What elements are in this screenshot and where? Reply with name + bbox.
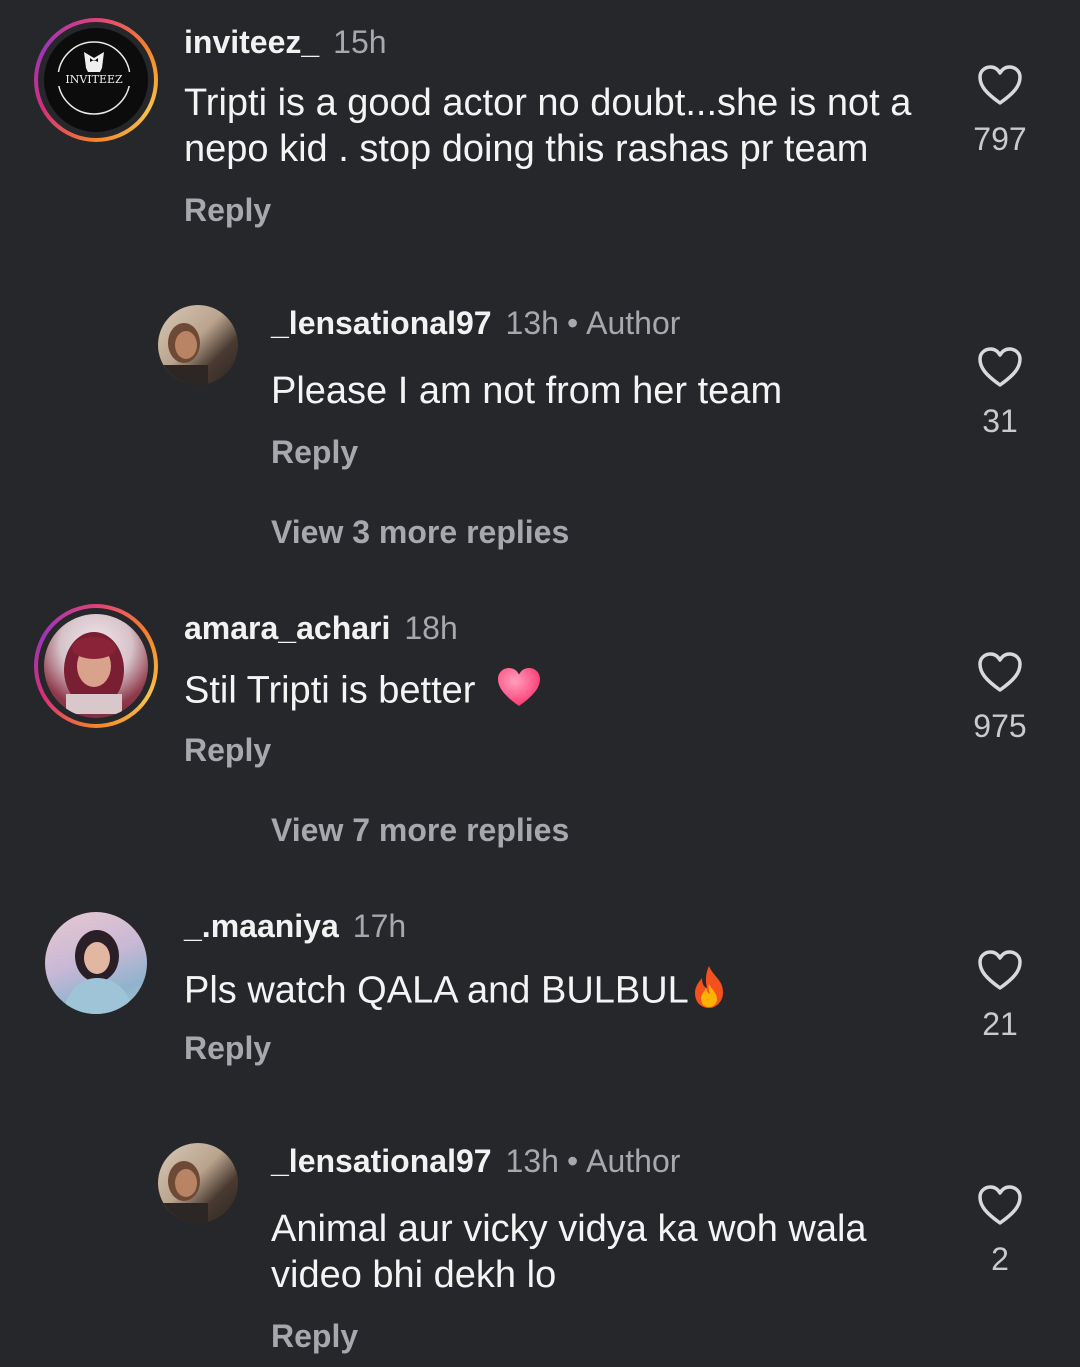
- like-button[interactable]: 975: [955, 650, 1045, 746]
- heart-outline-icon: [978, 652, 1022, 692]
- comment-text: Animal aur vicky vidya ka woh wala video…: [271, 1208, 867, 1296]
- timestamp: 13h: [505, 1143, 559, 1179]
- inviteez-logo: INVITEEZ: [54, 41, 134, 115]
- avatar-logo-text: INVITEEZ: [65, 73, 123, 86]
- like-count: 797: [973, 121, 1027, 157]
- reply-button[interactable]: Reply: [184, 730, 271, 770]
- like-button[interactable]: 797: [955, 63, 1045, 159]
- reply-button[interactable]: Reply: [271, 1316, 358, 1356]
- comment-meta: _lensational97 13h • Author: [271, 303, 680, 343]
- heart-outline-icon: [978, 347, 1022, 387]
- username[interactable]: inviteez_: [184, 24, 319, 60]
- username[interactable]: amara_achari: [184, 610, 390, 646]
- profile-photo: [158, 1161, 208, 1223]
- like-count: 21: [982, 1006, 1018, 1042]
- author-badge: Author: [586, 305, 681, 341]
- like-count: 2: [991, 1241, 1009, 1277]
- comment-meta: inviteez_ 15h: [184, 22, 387, 62]
- profile-photo: [64, 632, 124, 714]
- like-button[interactable]: 21: [955, 948, 1045, 1044]
- avatar[interactable]: [45, 912, 147, 1014]
- timestamp: 17h: [352, 908, 407, 944]
- separator-dot: •: [566, 305, 579, 341]
- comments-list: INVITEEZ inviteez_ 15h Tripti is a good a…: [0, 0, 1080, 1367]
- heart-outline-icon: [978, 950, 1022, 990]
- avatar-story-ring[interactable]: INVITEEZ: [34, 18, 158, 142]
- reply-button[interactable]: Reply: [184, 1028, 271, 1068]
- like-button[interactable]: 31: [955, 345, 1045, 441]
- comment-text: Stil Tripti is better: [184, 666, 944, 719]
- comment-meta: amara_achari 18h: [184, 608, 458, 648]
- author-badge: Author: [586, 1143, 681, 1179]
- avatar[interactable]: [158, 1143, 238, 1223]
- avatar-story-ring[interactable]: [34, 604, 158, 728]
- fire-emoji-icon: [689, 964, 729, 1021]
- like-count: 975: [973, 708, 1027, 744]
- profile-photo: [63, 930, 133, 1014]
- like-button[interactable]: 2: [955, 1183, 1045, 1279]
- username[interactable]: _lensational97: [271, 1143, 492, 1179]
- avatar: INVITEEZ: [44, 28, 148, 132]
- view-more-replies-button[interactable]: View 7 more replies: [271, 810, 569, 850]
- comment-text-content: Stil Tripti is better: [184, 669, 476, 712]
- separator-dot: •: [566, 1143, 579, 1179]
- comment-text: Pls watch QALA and BULBUL: [184, 964, 944, 1021]
- like-count: 31: [982, 403, 1018, 439]
- timestamp: 13h: [505, 305, 559, 341]
- timestamp: 15h: [333, 24, 387, 60]
- heart-emoji-icon: [496, 666, 542, 719]
- comment-meta: _lensational97 13h • Author: [271, 1141, 680, 1181]
- comment-meta: _.maaniya 17h: [184, 906, 406, 946]
- reply-button[interactable]: Reply: [184, 190, 271, 230]
- heart-outline-icon: [978, 65, 1022, 105]
- heart-outline-icon: [978, 1185, 1022, 1225]
- comment-text-content: Pls watch QALA and BULBUL: [184, 969, 689, 1012]
- reply-button[interactable]: Reply: [271, 432, 358, 472]
- username[interactable]: _.maaniya: [184, 908, 339, 944]
- profile-photo: [158, 323, 208, 385]
- timestamp: 18h: [404, 610, 458, 646]
- avatar: [44, 614, 148, 718]
- view-more-replies-button[interactable]: View 3 more replies: [271, 512, 569, 552]
- username[interactable]: _lensational97: [271, 305, 492, 341]
- comment-text: Please I am not from her team: [271, 370, 783, 412]
- avatar[interactable]: [158, 305, 238, 385]
- comment-text: Tripti is a good actor no doubt...she is…: [184, 82, 912, 170]
